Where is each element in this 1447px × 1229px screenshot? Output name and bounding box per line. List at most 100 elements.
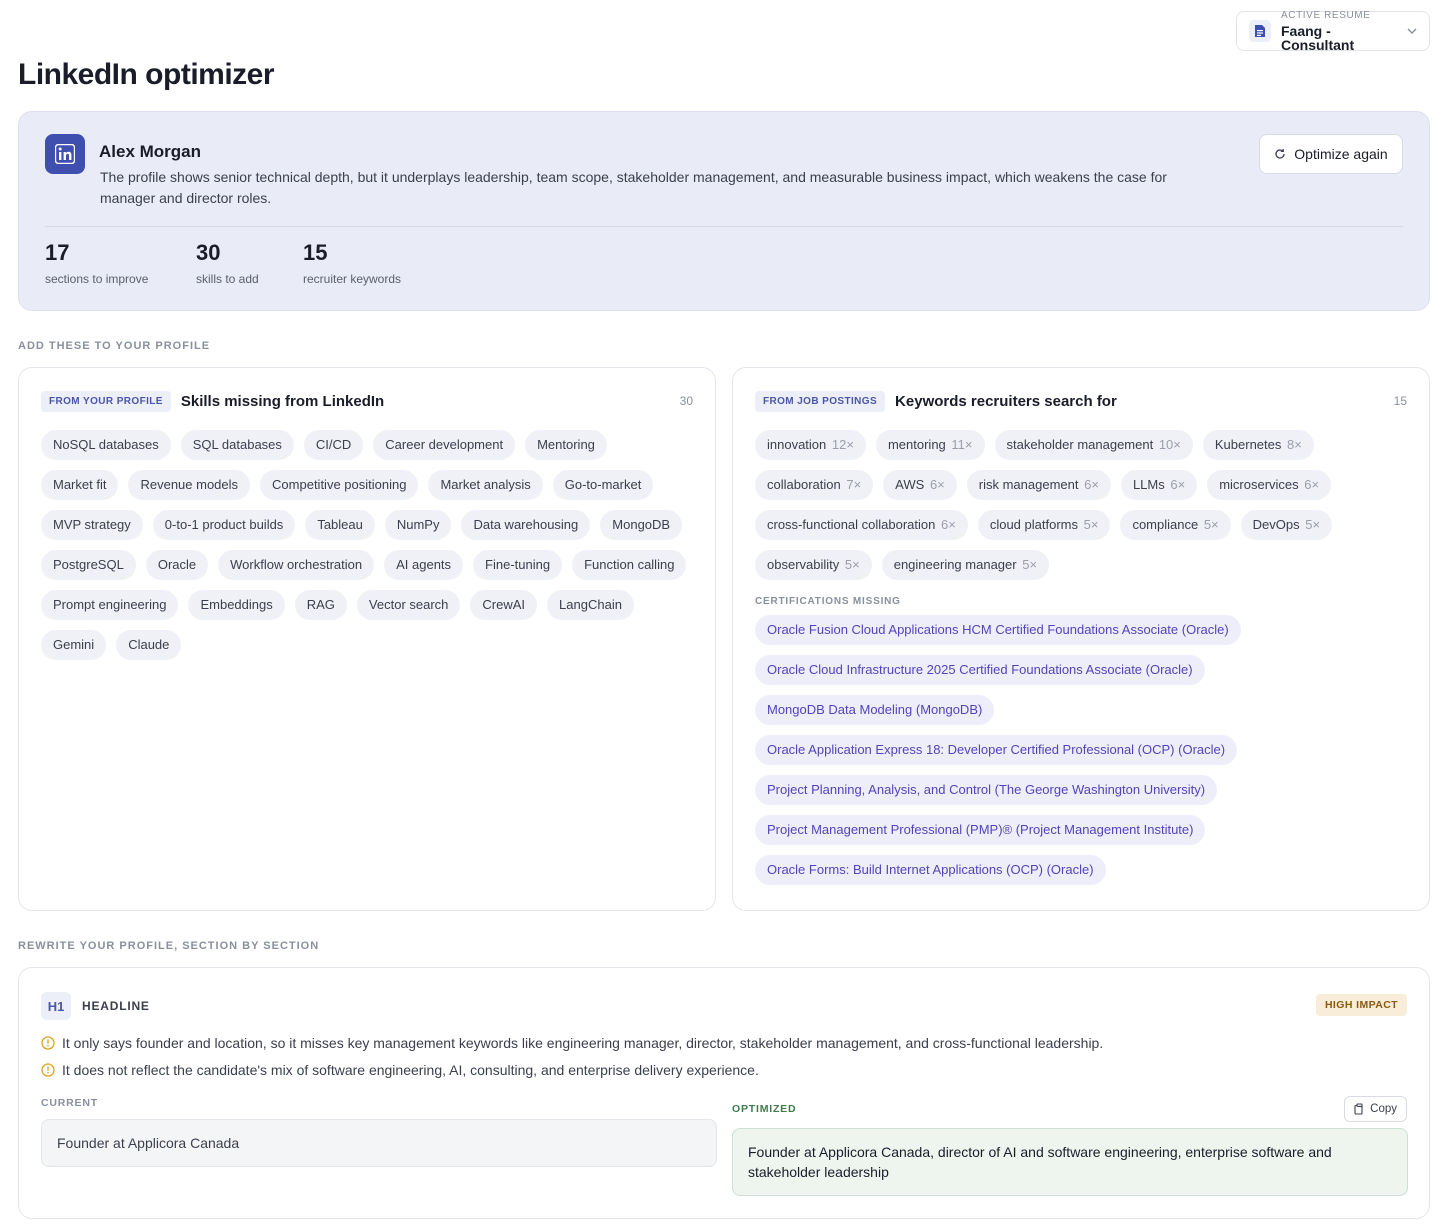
skill-chip[interactable]: Gemini: [41, 630, 107, 660]
keyword-text: compliance: [1132, 517, 1199, 532]
warning-icon: [41, 1036, 55, 1050]
linkedin-icon: [45, 134, 85, 174]
skill-chip[interactable]: LangChain: [547, 590, 634, 620]
stat-sections: 17 sections to improve: [45, 240, 148, 286]
keyword-frequency: 6×: [1084, 477, 1099, 492]
keyword-chip[interactable]: cross-functional collaboration 6×: [755, 510, 968, 540]
certification-chip[interactable]: Oracle Application Express 18: Developer…: [755, 735, 1238, 765]
issue-item: It only says founder and location, so it…: [41, 1035, 1103, 1051]
keyword-frequency: 5×: [1083, 517, 1099, 532]
optimized-label: OPTIMIZED: [732, 1103, 797, 1115]
optimized-headline-box[interactable]: Founder at Applicora Canada, director of…: [732, 1128, 1408, 1196]
divider: [45, 226, 1403, 227]
keyword-chip-list: innovation 12× mentoring 11× stakeholder m…: [755, 430, 1407, 580]
active-resume-label: ACTIVE RESUME: [1281, 9, 1371, 21]
active-resume-value: Faang - Consultant: [1281, 22, 1355, 53]
keyword-text: Kubernetes: [1214, 437, 1282, 452]
skill-chip[interactable]: RAG: [294, 590, 347, 620]
keyword-chip[interactable]: cloud platforms 5×: [977, 510, 1111, 540]
keyword-text: engineering manager: [893, 557, 1017, 572]
keyword-frequency: 6×: [929, 477, 945, 492]
certification-chip[interactable]: Oracle Cloud Infrastructure 2025 Certifi…: [755, 655, 1205, 685]
skill-chip[interactable]: Career development: [373, 430, 516, 460]
skill-chip[interactable]: Mentoring: [525, 430, 607, 460]
certification-chip[interactable]: Project Planning, Analysis, and Control …: [755, 775, 1218, 805]
stat-keywords: 15 recruiter keywords: [303, 240, 401, 286]
chevron-down-icon: [1405, 24, 1419, 38]
skill-chip[interactable]: Workflow orchestration: [218, 550, 375, 580]
certification-chip[interactable]: MongoDB Data Modeling (MongoDB): [755, 695, 995, 725]
skill-chip[interactable]: NumPy: [384, 510, 452, 540]
skill-chip[interactable]: Vector search: [356, 590, 461, 620]
skill-chip[interactable]: Fine-tuning: [473, 550, 563, 580]
keyword-frequency: 5×: [844, 557, 860, 572]
profile-summary-text: The profile shows senior technical depth…: [100, 169, 1167, 206]
keyword-chip[interactable]: LLMs 6×: [1120, 470, 1198, 500]
skills-chip-list: NoSQL databases SQL databases CI/CD Career …: [41, 430, 693, 660]
stat-skills: 30 skills to add: [196, 240, 259, 286]
keyword-chip[interactable]: DevOps 5×: [1240, 510, 1333, 540]
keyword-text: AWS: [895, 477, 925, 492]
document-icon: [1249, 20, 1271, 42]
keyword-chip[interactable]: AWS 6×: [883, 470, 957, 500]
certification-chip[interactable]: Oracle Forms: Build Internet Application…: [755, 855, 1106, 885]
skill-chip[interactable]: NoSQL databases: [41, 430, 171, 460]
skill-chip[interactable]: SQL databases: [180, 430, 294, 460]
certification-chip[interactable]: Project Management Professional (PMP)® (…: [755, 815, 1206, 845]
keyword-frequency: 6×: [1304, 477, 1320, 492]
copy-label: Copy: [1370, 1103, 1397, 1115]
keyword-chip[interactable]: risk management 6×: [966, 470, 1111, 500]
skill-chip[interactable]: Embeddings: [188, 590, 285, 620]
skill-chip[interactable]: Market analysis: [428, 470, 543, 500]
skill-chip[interactable]: Tableau: [305, 510, 375, 540]
optimize-again-button[interactable]: Optimize again: [1259, 134, 1403, 174]
skill-chip[interactable]: Market fit: [41, 470, 119, 500]
skill-chip[interactable]: Prompt engineering: [41, 590, 179, 620]
keyword-text: cross-functional collaboration: [767, 517, 936, 532]
skill-chip[interactable]: Oracle: [145, 550, 209, 580]
keyword-text: collaboration: [767, 477, 841, 492]
keyword-text: stakeholder management: [1006, 437, 1154, 452]
keyword-chip[interactable]: observability 5×: [755, 550, 872, 580]
current-label: CURRENT: [41, 1097, 98, 1109]
keyword-frequency: 5×: [1203, 517, 1219, 532]
skill-chip[interactable]: AI agents: [384, 550, 464, 580]
keyword-frequency: 7×: [846, 477, 862, 492]
skill-chip[interactable]: CI/CD: [303, 430, 364, 460]
active-resume-dropdown[interactable]: ACTIVE RESUME Faang - Consultant: [1236, 9, 1430, 53]
skill-chip[interactable]: Claude: [116, 630, 182, 660]
skill-chip[interactable]: Function calling: [572, 550, 687, 580]
stat-value: 30: [196, 240, 221, 265]
keyword-text: observability: [767, 557, 840, 572]
certification-chip[interactable]: Oracle Fusion Cloud Applications HCM Cer…: [755, 615, 1241, 645]
stat-caption: sections to improve: [45, 272, 149, 287]
keyword-frequency: 12×: [831, 437, 854, 452]
keyword-chip[interactable]: microservices 6×: [1207, 470, 1332, 500]
keyword-chip[interactable]: innovation 12×: [755, 430, 866, 460]
stat-caption: recruiter keywords: [303, 272, 402, 287]
certifications-missing-label: CERTIFICATIONS MISSING: [755, 596, 901, 607]
skill-chip[interactable]: Revenue models: [128, 470, 251, 500]
keyword-text: mentoring: [887, 437, 946, 452]
issue-text: It does not reflect the candidate's mix …: [62, 1062, 759, 1078]
keyword-text: LLMs: [1132, 477, 1165, 492]
keyword-chip[interactable]: collaboration 7×: [755, 470, 874, 500]
skill-chip[interactable]: Go-to-market: [552, 470, 654, 500]
keyword-chip[interactable]: stakeholder management 10×: [994, 430, 1193, 460]
keyword-chip[interactable]: compliance 5×: [1120, 510, 1231, 540]
optimize-again-label: Optimize again: [1294, 146, 1388, 162]
keyword-frequency: 5×: [1022, 557, 1038, 572]
keyword-chip[interactable]: engineering manager 5×: [881, 550, 1050, 580]
skill-chip[interactable]: MongoDB: [600, 510, 683, 540]
skill-chip[interactable]: CrewAI: [470, 590, 538, 620]
skills-count: 30: [679, 394, 693, 408]
add-section-label: ADD THESE TO YOUR PROFILE: [18, 340, 211, 352]
keyword-chip[interactable]: mentoring 11×: [875, 430, 985, 460]
skill-chip[interactable]: MVP strategy: [41, 510, 143, 540]
skill-chip[interactable]: Competitive positioning: [260, 470, 419, 500]
skill-chip[interactable]: Data warehousing: [461, 510, 591, 540]
copy-button[interactable]: Copy: [1344, 1096, 1407, 1122]
skill-chip[interactable]: 0-to-1 product builds: [152, 510, 296, 540]
skill-chip[interactable]: PostgreSQL: [41, 550, 136, 580]
keyword-chip[interactable]: Kubernetes 8×: [1202, 430, 1314, 460]
